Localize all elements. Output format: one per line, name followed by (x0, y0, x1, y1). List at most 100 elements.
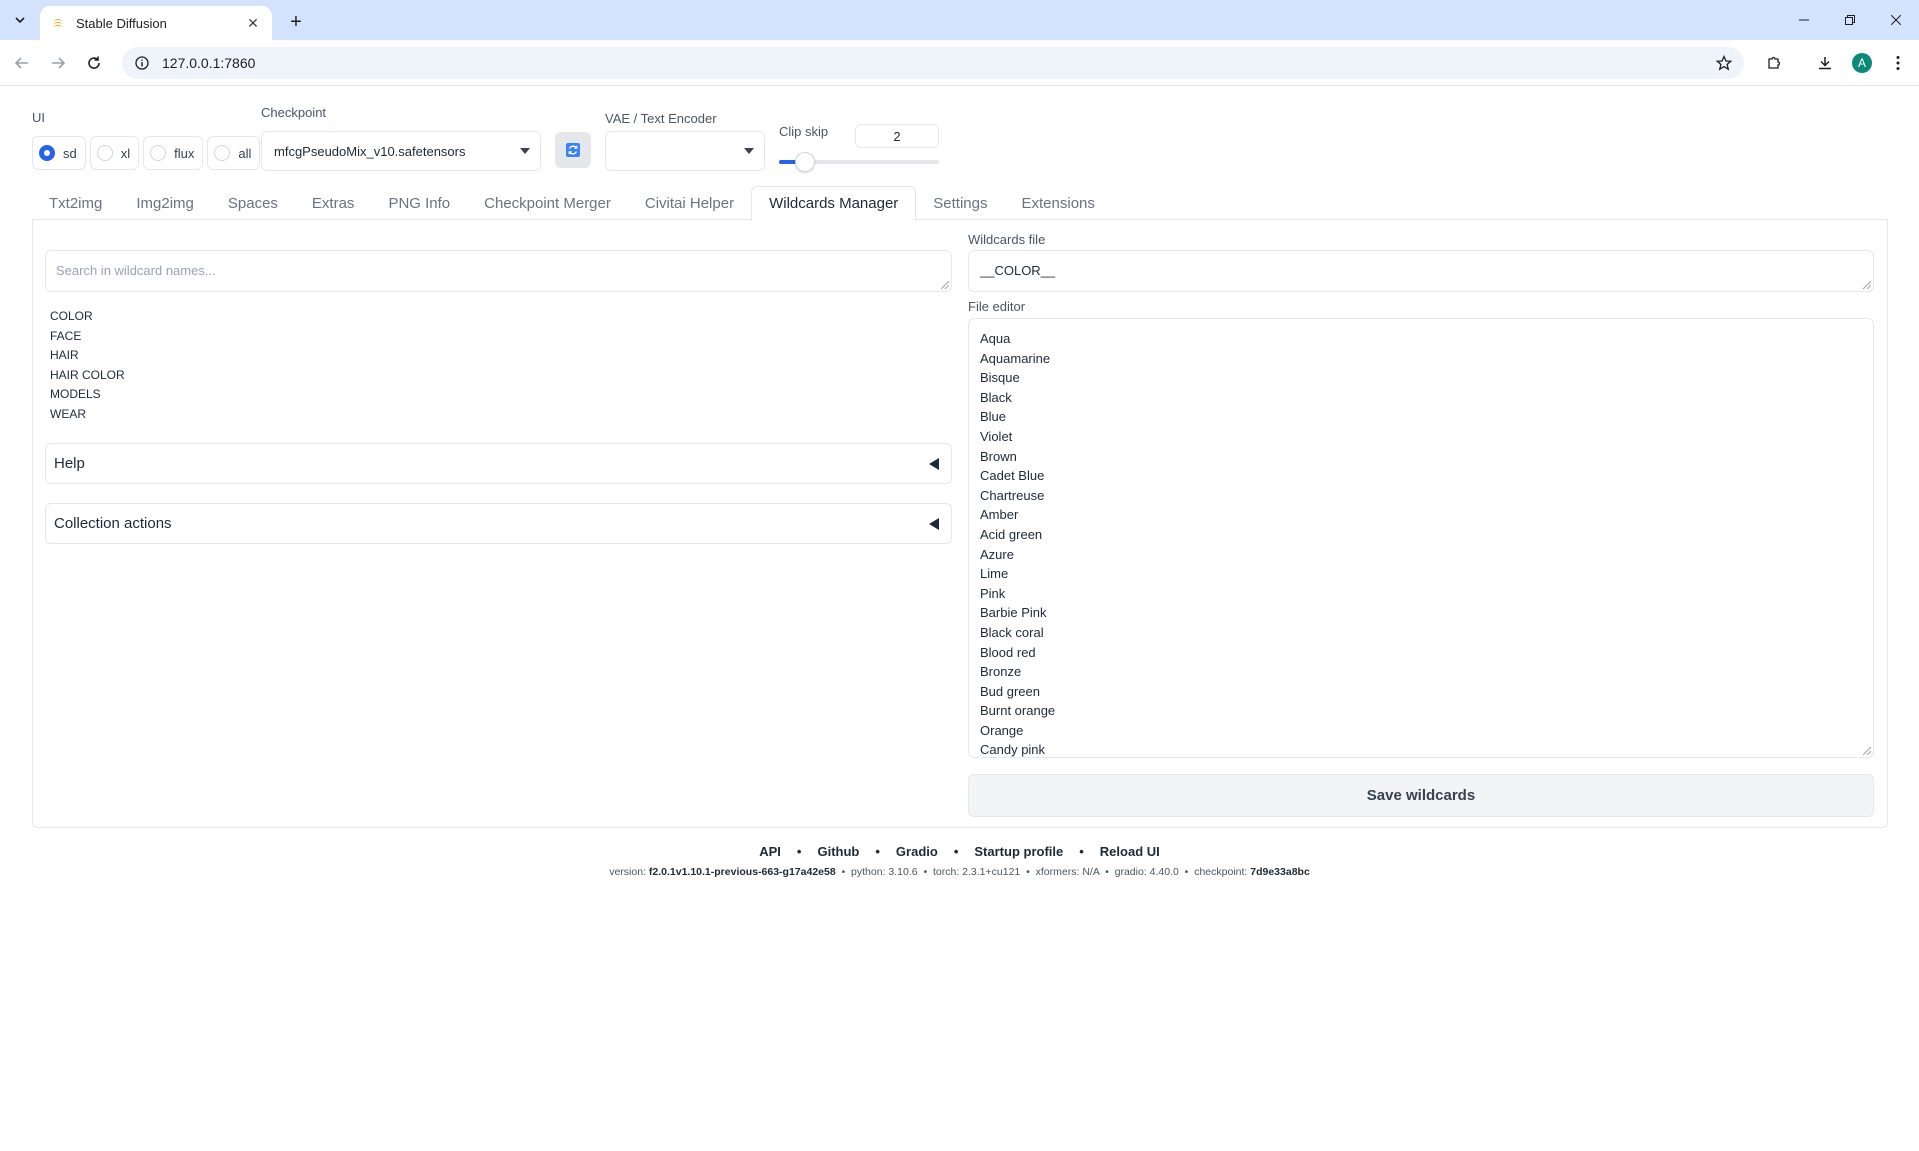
checkpoint-hash-label: checkpoint: (1194, 866, 1248, 878)
checkpoint-select[interactable]: mfcgPseudoMix_v10.safetensors (261, 131, 541, 171)
tab-spaces[interactable]: Spaces (211, 186, 295, 220)
forward-arrow-icon[interactable] (44, 49, 72, 77)
file-editor-line: Amber (980, 507, 1019, 523)
file-editor-line: Barbie Pink (980, 605, 1047, 621)
clip-skip-number-input[interactable]: 2 (855, 124, 939, 148)
tab-checkpoint-merger[interactable]: Checkpoint Merger (467, 186, 628, 220)
minimize-icon[interactable] (1781, 4, 1827, 36)
search-placeholder: Search in wildcard names... (56, 263, 216, 278)
new-tab-plus-icon[interactable]: + (282, 8, 310, 36)
radio-sd[interactable]: sd (32, 136, 86, 170)
resize-grip-icon[interactable] (941, 281, 949, 289)
radio-xl[interactable]: xl (89, 136, 140, 170)
extensions-puzzle-icon[interactable] (1760, 49, 1788, 77)
help-accordion[interactable]: Help (45, 443, 952, 484)
file-editor-line: Candy pink (980, 742, 1046, 758)
address-bar[interactable]: 127.0.0.1:7860 (122, 47, 1744, 79)
stable-diffusion-favicon-icon (50, 15, 66, 31)
radio-all-label: all (238, 145, 252, 161)
radio-dot[interactable] (150, 145, 167, 161)
tab-search-chevron-icon[interactable] (8, 8, 32, 32)
file-editor-line: Bronze (980, 664, 1022, 680)
file-editor-line: Orange (980, 722, 1024, 738)
footer-link-api[interactable]: API (759, 844, 781, 859)
wildcard-list-item[interactable]: FACE (50, 327, 125, 347)
file-editor-line: Aquamarine (980, 350, 1051, 366)
footer-links: API • Github • Gradio • Startup profile • Reload… (0, 844, 1919, 859)
refresh-icon (566, 143, 580, 157)
radio-dot[interactable] (96, 145, 113, 161)
bookmark-star-icon[interactable] (1710, 49, 1738, 77)
tab-civitai-helper[interactable]: Civitai Helper (628, 186, 751, 220)
downloads-icon[interactable] (1811, 49, 1839, 77)
radio-dot[interactable] (214, 145, 231, 161)
wildcards-file-value: __COLOR__ (980, 263, 1056, 278)
version-label: version: (609, 866, 646, 878)
radio-xl-label: xl (120, 145, 131, 161)
file-editor-line: Brown (980, 448, 1017, 464)
wildcard-list-item[interactable]: HAIR (50, 346, 125, 366)
resize-grip-icon[interactable] (1863, 747, 1871, 755)
wildcard-search-input[interactable]: Search in wildcard names... (45, 250, 952, 292)
footer-link-startup-profile[interactable]: Startup profile (974, 844, 1063, 859)
footer-separator: • (953, 844, 959, 859)
footer-link-github[interactable]: Github (817, 844, 859, 859)
tab-extras[interactable]: Extras (295, 186, 372, 220)
wildcard-list-item[interactable]: MODELS (50, 385, 125, 405)
tab-png-info[interactable]: PNG Info (371, 186, 467, 220)
wildcards-file-label: Wildcards file (968, 232, 1046, 247)
wildcard-list: COLOR FACE HAIR HAIR COLOR MODELS WEAR (50, 307, 125, 425)
browser-tab[interactable]: Stable Diffusion ✕ (40, 6, 272, 40)
save-wildcards-button[interactable]: Save wildcards (968, 774, 1874, 817)
footer-link-reload-ui[interactable]: Reload UI (1100, 844, 1160, 859)
clip-skip-slider[interactable] (779, 152, 939, 172)
file-editor-line: Bisque (980, 370, 1020, 386)
wildcards-file-input[interactable]: __COLOR__ (968, 250, 1874, 292)
dropdown-caret-icon (520, 148, 530, 154)
collection-actions-label: Collection actions (54, 515, 172, 532)
reload-icon[interactable] (80, 49, 108, 77)
ui-label: UI (32, 110, 45, 125)
radio-all[interactable]: all (207, 136, 261, 170)
checkpoint-label: Checkpoint (261, 105, 327, 120)
resize-grip-icon[interactable] (1863, 281, 1871, 289)
vae-label: VAE / Text Encoder (605, 111, 717, 126)
xformers-label: xformers: (1035, 866, 1080, 878)
footer-link-gradio[interactable]: Gradio (896, 844, 938, 859)
browser-tab-title: Stable Diffusion (76, 15, 167, 31)
radio-flux-label: flux (174, 145, 195, 161)
restore-icon[interactable] (1827, 4, 1873, 36)
checkpoint-hash-value: 7d9e33a8bc (1250, 866, 1310, 878)
file-editor-line: Cadet Blue (980, 468, 1045, 484)
vae-select[interactable] (605, 131, 765, 171)
radio-flux[interactable]: flux (143, 136, 204, 170)
collection-actions-accordion[interactable]: Collection actions (45, 503, 952, 544)
refresh-checkpoint-button[interactable] (555, 132, 591, 168)
browser-toolbar: 127.0.0.1:7860 A (0, 40, 1919, 86)
wildcard-list-item[interactable]: HAIR COLOR (50, 366, 125, 386)
tab-settings[interactable]: Settings (916, 186, 1004, 220)
clip-skip-label: Clip skip (779, 124, 829, 139)
file-editor-line: Bud green (980, 683, 1040, 699)
radio-dot[interactable] (39, 145, 55, 161)
file-editor-line: Blue (980, 409, 1007, 425)
footer-version-info: version: f2.0.1v1.10.1-previous-663-g17a… (609, 866, 1310, 878)
python-value: 3.10.6 (888, 866, 918, 878)
wildcard-list-item[interactable]: WEAR (50, 405, 125, 425)
collapse-triangle-icon (929, 458, 939, 470)
tab-txt2img[interactable]: Txt2img (32, 186, 119, 220)
close-tab-icon[interactable]: ✕ (244, 14, 262, 32)
slider-thumb[interactable] (795, 152, 815, 172)
browser-menu-kebab-icon[interactable] (1884, 49, 1912, 77)
tab-wildcards-manager[interactable]: Wildcards Manager (751, 186, 917, 221)
close-window-icon[interactable] (1873, 4, 1919, 36)
file-editor-textarea[interactable]: Aqua Aquamarine Bisque Black Blue Violet Brown… (968, 318, 1874, 758)
tab-extensions[interactable]: Extensions (1005, 186, 1112, 220)
tab-img2img[interactable]: Img2img (119, 186, 211, 220)
profile-avatar[interactable]: A (1848, 49, 1876, 77)
site-info-icon[interactable] (134, 55, 150, 71)
wildcard-list-item[interactable]: COLOR (50, 307, 125, 327)
file-editor-line: Lime (980, 566, 1009, 582)
gradio-value: 4.40.0 (1149, 866, 1179, 878)
back-arrow-icon[interactable] (8, 49, 36, 77)
